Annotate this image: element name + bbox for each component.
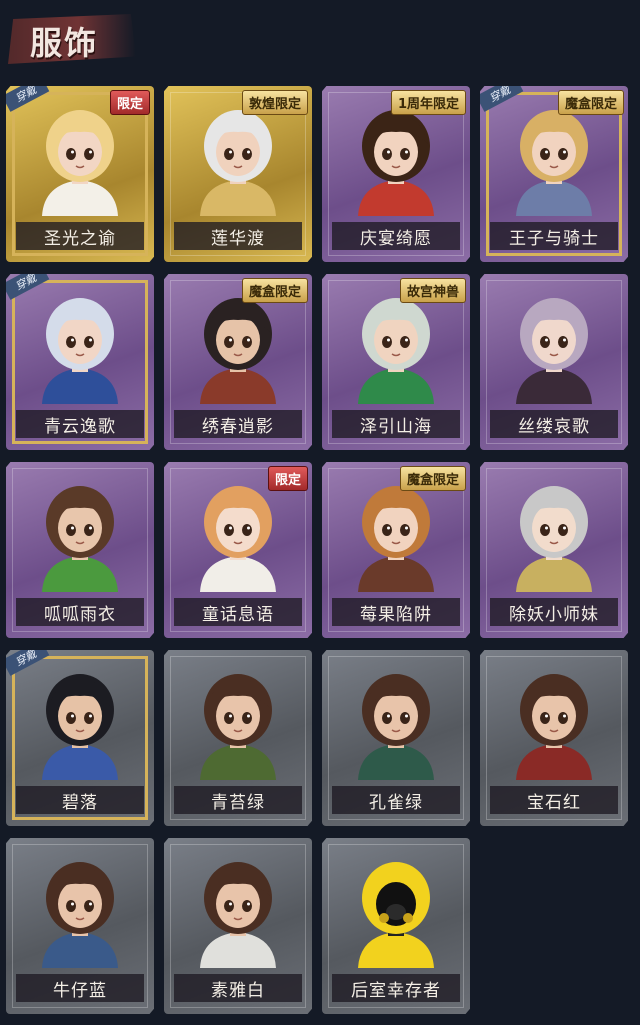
character-portrait [516, 298, 592, 404]
costume-name: 孔雀绿 [332, 786, 460, 814]
character-portrait [42, 862, 118, 968]
costume-name: 素雅白 [174, 974, 302, 1002]
costume-card[interactable]: 碧落 穿戴 [6, 650, 154, 826]
limited-badge: 1周年限定 [390, 90, 466, 115]
limited-badge: 魔盒限定 [241, 278, 308, 303]
costume-card[interactable]: 牛仔蓝 [6, 838, 154, 1014]
costume-card[interactable]: 素雅白 [164, 838, 312, 1014]
costume-card[interactable]: 除妖小师妹 [480, 462, 628, 638]
costume-card[interactable]: 莓果陷阱 魔盒限定 [322, 462, 470, 638]
character-portrait [42, 674, 118, 780]
costume-name: 牛仔蓝 [16, 974, 144, 1002]
costume-card[interactable]: 莲华渡 敦煌限定 [164, 86, 312, 262]
costume-card[interactable]: 丝缕哀歌 [480, 274, 628, 450]
costume-name: 庆宴绮愿 [332, 222, 460, 250]
costume-card[interactable]: 后室幸存者 [322, 838, 470, 1014]
character-portrait [516, 110, 592, 216]
character-portrait [42, 486, 118, 592]
character-portrait [200, 110, 276, 216]
costume-card[interactable]: 泽引山海 故宫神兽 [322, 274, 470, 450]
limited-badge: 故宫神兽 [399, 278, 466, 303]
costume-name: 莓果陷阱 [332, 598, 460, 626]
costume-name: 丝缕哀歌 [490, 410, 618, 438]
costume-name: 童话息语 [174, 598, 302, 626]
character-portrait [358, 110, 434, 216]
costume-name: 宝石红 [490, 786, 618, 814]
limited-badge: 魔盒限定 [399, 466, 466, 491]
costume-name: 除妖小师妹 [490, 598, 618, 626]
costume-name: 绣春逍影 [174, 410, 302, 438]
costume-card[interactable]: 绣春逍影 魔盒限定 [164, 274, 312, 450]
character-portrait [358, 862, 434, 968]
costume-name: 泽引山海 [332, 410, 460, 438]
character-portrait [200, 486, 276, 592]
page-title: 服饰 [30, 24, 99, 62]
character-portrait [358, 298, 434, 404]
character-portrait [516, 486, 592, 592]
costume-name: 呱呱雨衣 [16, 598, 144, 626]
character-portrait [200, 862, 276, 968]
costume-card[interactable]: 宝石红 [480, 650, 628, 826]
limited-badge: 限定 [267, 466, 308, 491]
limited-badge: 魔盒限定 [557, 90, 624, 115]
costume-card[interactable]: 庆宴绮愿 1周年限定 [322, 86, 470, 262]
costume-card[interactable]: 圣光之谕 限定 穿戴 [6, 86, 154, 262]
costume-name: 圣光之谕 [16, 222, 144, 250]
costume-card[interactable]: 呱呱雨衣 [6, 462, 154, 638]
character-portrait [200, 298, 276, 404]
costume-name: 青云逸歌 [16, 410, 144, 438]
costume-card[interactable]: 青苔绿 [164, 650, 312, 826]
costume-card[interactable]: 孔雀绿 [322, 650, 470, 826]
costume-name: 青苔绿 [174, 786, 302, 814]
limited-badge: 限定 [109, 90, 150, 115]
costume-card[interactable]: 王子与骑士 魔盒限定 穿戴 [480, 86, 628, 262]
costume-name: 王子与骑士 [490, 222, 618, 250]
character-portrait [358, 486, 434, 592]
character-portrait [42, 110, 118, 216]
character-portrait [200, 674, 276, 780]
costume-card[interactable]: 童话息语 限定 [164, 462, 312, 638]
character-portrait [358, 674, 434, 780]
costume-name: 后室幸存者 [332, 974, 460, 1002]
character-portrait [42, 298, 118, 404]
costume-card[interactable]: 青云逸歌 穿戴 [6, 274, 154, 450]
costume-name: 莲华渡 [174, 222, 302, 250]
header: 服饰 [0, 0, 640, 80]
character-portrait [516, 674, 592, 780]
costume-name: 碧落 [16, 786, 144, 814]
limited-badge: 敦煌限定 [241, 90, 308, 115]
